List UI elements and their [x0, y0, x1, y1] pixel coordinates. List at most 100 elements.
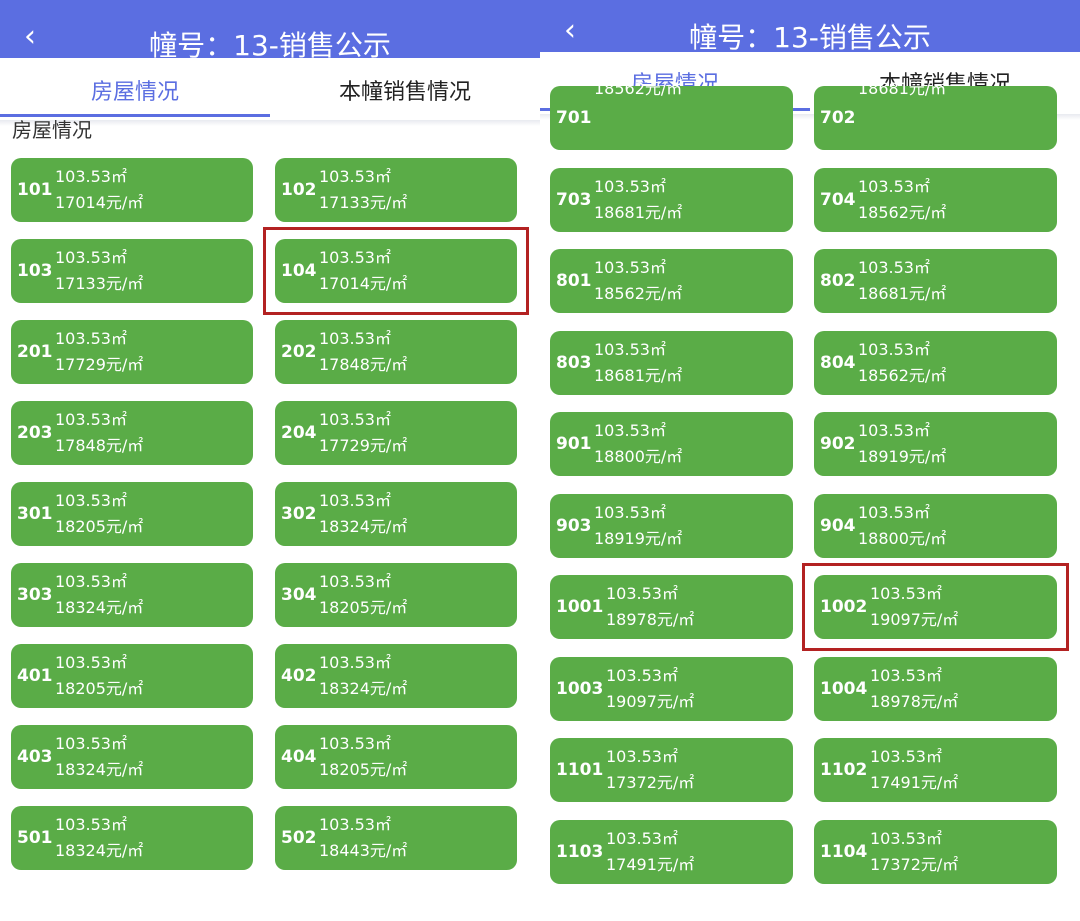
right-screen: ‹ 幢号：13-销售公示 房屋情况 本幢销售情况 701 18562元/㎡ 702 1…: [540, 0, 1080, 921]
unit-card-201[interactable]: 201 103.53㎡ 17729元/㎡: [11, 320, 253, 384]
unit-info: 103.53㎡ 18562元/㎡: [594, 255, 682, 307]
unit-price: 18681元/㎡: [594, 365, 683, 385]
unit-price: 17848元/㎡: [55, 436, 144, 455]
unit-number: 201: [17, 342, 53, 362]
unit-price: 18205元/㎡: [55, 679, 144, 698]
unit-info: 103.53㎡ 19097元/㎡: [606, 663, 694, 715]
unit-card-703[interactable]: 703 103.53㎡ 18681元/㎡: [550, 167, 793, 232]
unit-area: 103.53㎡: [55, 167, 127, 186]
unit-number: 702: [820, 108, 856, 128]
unit-info: 103.53㎡ 18681元/㎡: [594, 174, 682, 226]
unit-info: 103.53㎡ 17729元/㎡: [319, 407, 407, 459]
unit-area: 103.53㎡: [55, 653, 127, 672]
unit-area: 103.53㎡: [55, 329, 127, 348]
unit-number: 1103: [556, 841, 604, 862]
unit-number: 804: [820, 352, 856, 373]
unit-card-904[interactable]: 904 103.53㎡ 18800元/㎡: [814, 493, 1057, 558]
unit-info: 103.53㎡ 18800元/㎡: [858, 500, 946, 552]
unit-card-402[interactable]: 402 103.53㎡ 18324元/㎡: [275, 644, 517, 708]
unit-price: 17014元/㎡: [55, 193, 144, 212]
unit-card-803[interactable]: 803 103.53㎡ 18681元/㎡: [550, 330, 793, 395]
unit-number: 204: [281, 423, 317, 443]
unit-info: 103.53㎡ 17133元/㎡: [319, 164, 407, 216]
unit-card-1103[interactable]: 1103 103.53㎡ 17491元/㎡: [550, 819, 793, 884]
unit-area: 103.53㎡: [606, 747, 678, 766]
unit-card-1003[interactable]: 1003 103.53㎡ 19097元/㎡: [550, 656, 793, 721]
unit-card-302[interactable]: 302 103.53㎡ 18324元/㎡: [275, 482, 517, 546]
unit-info: 103.53㎡ 18324元/㎡: [55, 812, 143, 864]
unit-price: 17372元/㎡: [606, 773, 695, 792]
unit-area: 103.53㎡: [55, 248, 127, 267]
unit-info: 103.53㎡ 18324元/㎡: [319, 488, 407, 540]
unit-card-704[interactable]: 704 103.53㎡ 18562元/㎡: [814, 167, 1057, 232]
highlight-box: [802, 563, 1069, 651]
unit-card-1104[interactable]: 1104 103.53㎡ 17372元/㎡: [814, 819, 1057, 884]
unit-card-204[interactable]: 204 103.53㎡ 17729元/㎡: [275, 401, 517, 465]
unit-card-304[interactable]: 304 103.53㎡ 18205元/㎡: [275, 563, 517, 627]
unit-number: 901: [556, 434, 592, 454]
unit-card-101[interactable]: 101 103.53㎡ 17014元/㎡: [11, 158, 253, 222]
unit-area: 103.53㎡: [319, 491, 391, 510]
unit-card-501[interactable]: 501 103.53㎡ 18324元/㎡: [11, 806, 253, 870]
unit-card-404[interactable]: 404 103.53㎡ 18205元/㎡: [275, 725, 517, 789]
unit-card-1102[interactable]: 1102 103.53㎡ 17491元/㎡: [814, 738, 1057, 802]
unit-card-102[interactable]: 102 103.53㎡ 17133元/㎡: [275, 158, 517, 222]
unit-area: 103.53㎡: [858, 258, 930, 277]
unit-info: 18562元/㎡: [594, 76, 682, 102]
unit-price: 18205元/㎡: [319, 598, 408, 617]
unit-card-303[interactable]: 303 103.53㎡ 18324元/㎡: [11, 563, 253, 627]
unit-area: 103.53㎡: [55, 410, 127, 429]
unit-card-801[interactable]: 801 103.53㎡ 18562元/㎡: [550, 249, 793, 313]
unit-number: 102: [281, 180, 317, 200]
unit-area: 103.53㎡: [319, 815, 391, 834]
unit-card-202[interactable]: 202 103.53㎡ 17848元/㎡: [275, 320, 517, 384]
unit-area: 103.53㎡: [594, 176, 666, 196]
unit-number: 304: [281, 585, 317, 605]
unit-card-701[interactable]: 701 18562元/㎡: [550, 79, 793, 150]
unit-number: 802: [820, 271, 856, 291]
unit-number: 403: [17, 747, 53, 767]
unit-info: 103.53㎡ 18919元/㎡: [858, 418, 946, 470]
unit-price: 18681元/㎡: [858, 284, 947, 303]
unit-card-301[interactable]: 301 103.53㎡ 18205元/㎡: [11, 482, 253, 546]
unit-card-1001[interactable]: 1001 103.53㎡ 18978元/㎡: [550, 575, 793, 639]
unit-price: 18324元/㎡: [55, 598, 144, 617]
unit-info: 103.53㎡ 18978元/㎡: [870, 663, 958, 715]
unit-card-802[interactable]: 802 103.53㎡ 18681元/㎡: [814, 249, 1057, 313]
unit-card-103[interactable]: 103 103.53㎡ 17133元/㎡: [11, 239, 253, 303]
unit-card-401[interactable]: 401 103.53㎡ 18205元/㎡: [11, 644, 253, 708]
unit-card-901[interactable]: 901 103.53㎡ 18800元/㎡: [550, 412, 793, 476]
unit-number: 902: [820, 434, 856, 454]
unit-number: 803: [556, 352, 592, 373]
unit-area: 103.53㎡: [870, 828, 942, 848]
unit-info: 103.53㎡ 17848元/㎡: [319, 326, 407, 378]
unit-card-1101[interactable]: 1101 103.53㎡ 17372元/㎡: [550, 738, 793, 802]
unit-area: 103.53㎡: [55, 572, 127, 591]
unit-number: 701: [556, 108, 592, 128]
unit-card-902[interactable]: 902 103.53㎡ 18919元/㎡: [814, 412, 1057, 476]
unit-price: 18443元/㎡: [319, 841, 408, 860]
unit-info: 103.53㎡ 18919元/㎡: [594, 500, 682, 552]
unit-card-903[interactable]: 903 103.53㎡ 18919元/㎡: [550, 493, 793, 558]
unit-card-702[interactable]: 702 18681元/㎡: [814, 79, 1057, 150]
unit-number: 303: [17, 585, 53, 605]
unit-price: 18562元/㎡: [594, 79, 683, 98]
unit-area: 103.53㎡: [858, 176, 930, 196]
unit-area: 103.53㎡: [55, 815, 127, 834]
unit-info: 18681元/㎡: [858, 76, 946, 102]
unit-card-1004[interactable]: 1004 103.53㎡ 18978元/㎡: [814, 656, 1057, 721]
unit-price: 17848元/㎡: [319, 355, 408, 374]
unit-area: 103.53㎡: [606, 584, 678, 603]
unit-card-502[interactable]: 502 103.53㎡ 18443元/㎡: [275, 806, 517, 870]
unit-price: 18205元/㎡: [55, 517, 144, 536]
unit-area: 103.53㎡: [319, 653, 391, 672]
unit-price: 17133元/㎡: [319, 193, 408, 212]
unit-number: 502: [281, 828, 317, 848]
unit-info: 103.53㎡ 18205元/㎡: [55, 488, 143, 540]
unit-number: 1101: [556, 760, 604, 780]
unit-price: 17729元/㎡: [55, 355, 144, 374]
unit-card-403[interactable]: 403 103.53㎡ 18324元/㎡: [11, 725, 253, 789]
unit-info: 103.53㎡ 17372元/㎡: [606, 744, 694, 796]
unit-card-203[interactable]: 203 103.53㎡ 17848元/㎡: [11, 401, 253, 465]
unit-card-804[interactable]: 804 103.53㎡ 18562元/㎡: [814, 330, 1057, 395]
